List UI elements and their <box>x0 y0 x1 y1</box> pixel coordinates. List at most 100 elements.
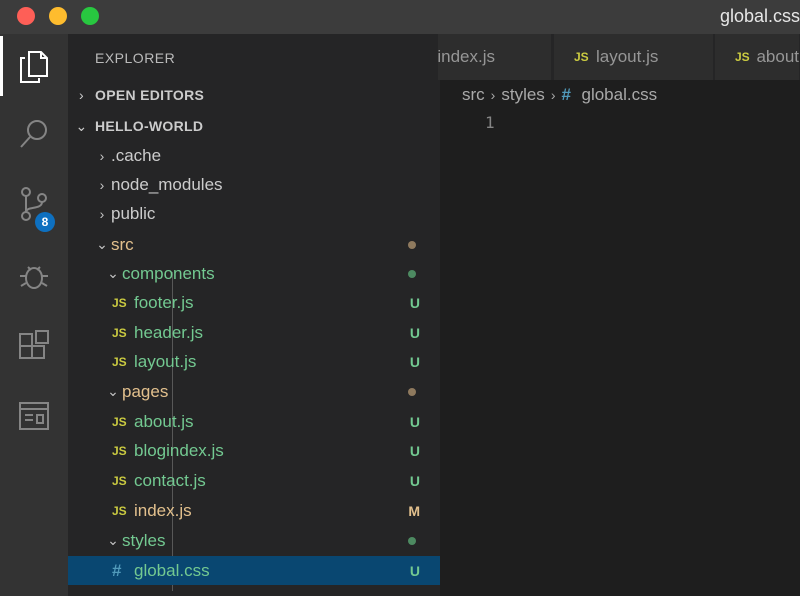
tree-item-label: layout.js <box>134 351 197 371</box>
tree-item-pages[interactable]: ⌄ pages <box>68 377 440 406</box>
tab-about-js[interactable]: JS about <box>715 34 800 80</box>
remote-explorer-icon <box>19 402 49 430</box>
chevron-down-icon: ⌄ <box>96 236 108 252</box>
tree-item-layout-js[interactable]: JS layout.js U <box>68 347 440 376</box>
line-number: 1 <box>485 113 495 132</box>
activity-explorer[interactable] <box>0 36 68 96</box>
activity-bar: 8 <box>0 34 68 596</box>
modified-dot <box>408 387 416 396</box>
activity-search[interactable] <box>0 104 68 164</box>
js-file-icon: JS <box>112 295 127 310</box>
tree-item-label: header.js <box>134 322 203 342</box>
tree-item-label: contact.js <box>134 470 206 490</box>
activity-source-control[interactable]: 8 <box>0 174 68 234</box>
tree-item-label: src <box>111 234 134 254</box>
breadcrumb: src › styles › # global.css <box>462 85 657 105</box>
tree-item-label: pages <box>122 381 169 401</box>
breadcrumb-item[interactable]: global.css <box>581 85 657 105</box>
tree-item-blogindex-js[interactable]: JS blogindex.js U <box>68 436 440 465</box>
active-indicator <box>0 36 3 96</box>
chevron-down-icon: ⌄ <box>107 532 119 548</box>
untracked-dot <box>408 536 416 545</box>
tree-item-footer-js[interactable]: JS footer.js U <box>68 288 440 317</box>
tree-item-label: styles <box>122 530 166 550</box>
css-file-icon: # <box>561 85 571 104</box>
tree-item-src[interactable]: ⌄ src <box>68 230 440 259</box>
tab-label: index.js <box>438 47 495 66</box>
extensions-icon <box>19 330 49 359</box>
git-status: U <box>409 413 420 430</box>
js-file-icon: JS <box>112 503 127 518</box>
section-label: HELLO-WORLD <box>95 118 204 134</box>
tree-item-public[interactable]: › public <box>68 199 440 228</box>
tree-item-global-css[interactable]: # global.css U <box>68 556 440 585</box>
section-project[interactable]: ⌄ HELLO-WORLD <box>68 111 440 141</box>
js-file-icon: JS <box>112 473 127 488</box>
tree-item-index-js[interactable]: JS index.js M <box>68 496 440 525</box>
js-file-icon: JS <box>735 50 750 64</box>
close-window-button[interactable] <box>17 7 35 25</box>
tree-item-components[interactable]: ⌄ components <box>68 259 440 288</box>
editor-tab-bar: index.js JS layout.js JS about <box>438 34 800 80</box>
breadcrumb-item[interactable]: styles <box>501 85 544 105</box>
section-label: OPEN EDITORS <box>95 87 205 103</box>
section-open-editors[interactable]: › OPEN EDITORS <box>68 80 440 110</box>
git-status: U <box>409 324 420 341</box>
js-file-icon: JS <box>574 50 589 64</box>
tree-item-styles[interactable]: ⌄ styles <box>68 526 440 555</box>
chevron-right-icon: › <box>79 87 84 103</box>
chevron-right-icon: › <box>99 176 105 193</box>
modified-dot <box>408 240 416 249</box>
tree-item-label: index.js <box>134 500 192 520</box>
css-file-icon: # <box>112 560 122 580</box>
git-status: U <box>409 472 420 489</box>
chevron-right-icon: › <box>490 87 496 103</box>
tab-label: layout.js <box>596 47 659 66</box>
chevron-down-icon: ⌄ <box>75 117 88 134</box>
chevron-right-icon: › <box>550 87 556 103</box>
chevron-down-icon: ⌄ <box>107 265 119 281</box>
js-file-icon: JS <box>112 354 127 369</box>
tab-label: about <box>756 47 799 66</box>
tree-item-about-js[interactable]: JS about.js U <box>68 407 440 436</box>
tree-item-label: about.js <box>134 411 194 431</box>
search-icon <box>20 120 47 148</box>
git-status: U <box>409 353 420 370</box>
tree-item-label: footer.js <box>134 292 194 312</box>
chevron-right-icon: › <box>99 205 105 222</box>
git-status: U <box>409 442 420 459</box>
tree-item-cache[interactable]: › .cache <box>68 141 440 170</box>
source-control-badge: 8 <box>35 212 55 232</box>
activity-remote-explorer[interactable] <box>0 386 68 446</box>
tree-item-label: global.css <box>134 560 210 580</box>
tree-item-header-js[interactable]: JS header.js U <box>68 318 440 347</box>
git-status: U <box>409 562 420 579</box>
activity-extensions[interactable] <box>0 316 68 376</box>
tree-item-label: components <box>122 263 215 283</box>
tree-item-node-modules[interactable]: › node_modules <box>68 170 440 199</box>
breadcrumb-item[interactable]: src <box>462 85 485 105</box>
chevron-right-icon: › <box>99 147 105 164</box>
chevron-down-icon: ⌄ <box>107 383 119 399</box>
debug-icon <box>20 266 48 289</box>
tree-item-label: public <box>111 203 156 223</box>
maximize-window-button[interactable] <box>81 7 99 25</box>
window-title: global.css <box>719 6 800 26</box>
tree-item-label: blogindex.js <box>134 440 224 460</box>
untracked-dot <box>408 269 416 278</box>
tree-item-contact-js[interactable]: JS contact.js U <box>68 466 440 495</box>
git-status: M <box>408 502 420 519</box>
activity-debug[interactable] <box>0 246 68 306</box>
tab-layout-js[interactable]: JS layout.js <box>554 34 714 80</box>
git-status: U <box>409 294 420 311</box>
tab-index-js[interactable]: index.js <box>438 34 552 80</box>
explorer-sidebar: EXPLORER › OPEN EDITORS ⌄ HELLO-WORLD › … <box>68 34 440 596</box>
js-file-icon: JS <box>112 325 127 340</box>
js-file-icon: JS <box>112 414 127 429</box>
minimize-window-button[interactable] <box>49 7 67 25</box>
explorer-icon <box>20 51 48 83</box>
title-bar: global.css <box>0 0 800 34</box>
tree-item-label: node_modules <box>111 174 223 194</box>
sidebar-title: EXPLORER <box>95 50 176 66</box>
tree-item-label: .cache <box>111 145 162 165</box>
